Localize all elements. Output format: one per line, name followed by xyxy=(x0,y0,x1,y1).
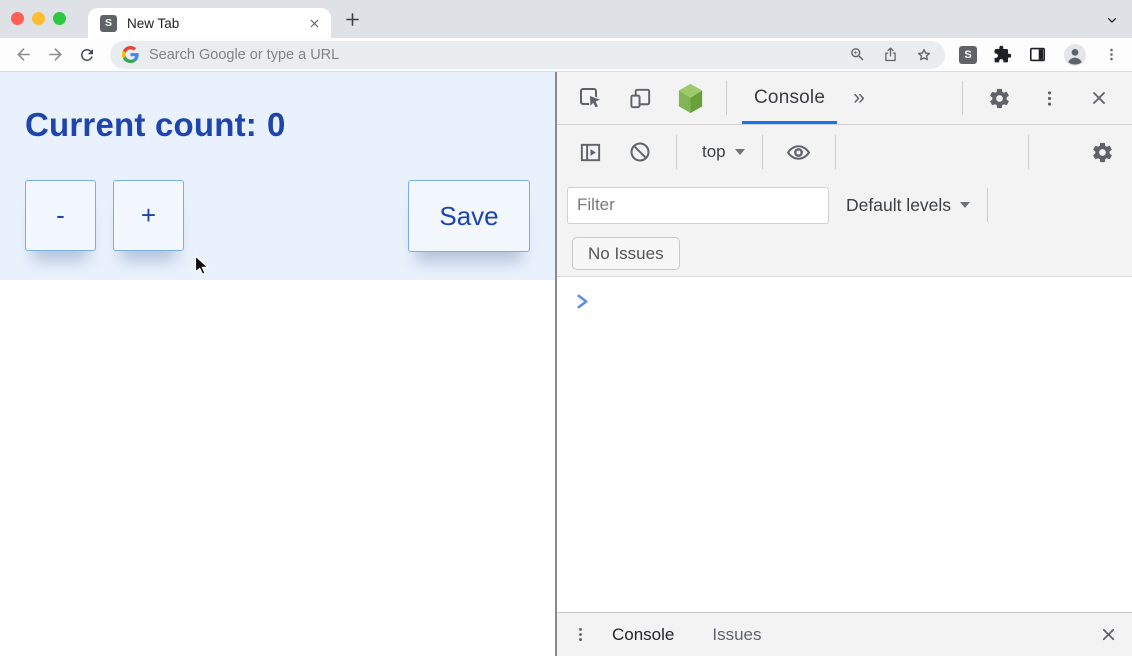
zoom-in-icon[interactable] xyxy=(849,46,866,63)
favicon-letter: S xyxy=(105,17,112,29)
count-value: 0 xyxy=(267,106,286,143)
kebab-menu-icon xyxy=(1039,88,1060,109)
count-label: Current count: xyxy=(25,106,257,143)
extension-badge[interactable]: S xyxy=(959,46,977,64)
divider xyxy=(676,135,677,169)
node-context-button[interactable] xyxy=(676,84,704,112)
caret-down-icon xyxy=(960,202,970,208)
share-icon[interactable] xyxy=(882,46,899,63)
log-levels-selector[interactable]: Default levels xyxy=(846,195,970,216)
issues-bar: No Issues xyxy=(557,231,1132,277)
console-prompt-icon xyxy=(575,293,590,310)
close-icon xyxy=(1089,88,1109,108)
reload-icon xyxy=(78,46,96,64)
device-toolbar-button[interactable] xyxy=(626,84,654,112)
extensions-puzzle-icon[interactable] xyxy=(993,45,1012,64)
back-button[interactable] xyxy=(10,42,36,68)
devtools-tab-console[interactable]: Console xyxy=(738,72,841,124)
devtools-settings-button[interactable] xyxy=(985,84,1013,112)
save-button[interactable]: Save xyxy=(408,180,530,252)
increment-button[interactable]: + xyxy=(113,180,184,251)
window-fullscreen-button[interactable] xyxy=(53,12,66,25)
tab-search-chevron-icon[interactable] xyxy=(1105,13,1119,27)
counter-app-panel: Current count: 0 - + Save xyxy=(0,72,555,280)
divider xyxy=(835,135,836,169)
eye-icon xyxy=(786,140,811,165)
console-settings-button[interactable] xyxy=(1088,138,1116,166)
tab-title: New Tab xyxy=(127,16,308,31)
browser-toolbar: S xyxy=(0,38,1132,72)
extension-badge-letter: S xyxy=(964,49,971,61)
tab-strip: S New Tab xyxy=(0,0,1132,38)
forward-arrow-icon xyxy=(46,45,65,64)
divider xyxy=(762,135,763,169)
console-sidebar-toggle-button[interactable] xyxy=(576,138,604,166)
back-arrow-icon xyxy=(14,45,33,64)
drawer-menu-kebab-icon[interactable] xyxy=(571,625,590,644)
drawer-tab-issues[interactable]: Issues xyxy=(712,625,761,645)
tab-close-icon[interactable] xyxy=(308,17,321,30)
drawer-close-icon[interactable] xyxy=(1099,625,1118,644)
drawer-tab-console[interactable]: Console xyxy=(612,625,674,645)
clear-console-button[interactable] xyxy=(626,138,654,166)
block-icon xyxy=(628,140,652,164)
sidebar-toggle-icon xyxy=(578,140,603,165)
context-selector-label: top xyxy=(702,142,726,162)
divider xyxy=(987,188,988,222)
tab-favicon: S xyxy=(100,15,117,32)
window-close-button[interactable] xyxy=(11,12,24,25)
live-expression-button[interactable] xyxy=(785,138,813,166)
device-toolbar-icon xyxy=(628,86,653,111)
new-tab-button[interactable] xyxy=(343,10,362,29)
reload-button[interactable] xyxy=(74,42,100,68)
devtools-close-button[interactable] xyxy=(1085,84,1113,112)
decrement-button[interactable]: - xyxy=(25,180,96,251)
plus-icon xyxy=(343,10,362,29)
divider xyxy=(726,81,727,115)
bookmark-star-icon[interactable] xyxy=(915,46,933,64)
inspect-cursor-icon xyxy=(577,85,603,111)
page-content: Current count: 0 - + Save xyxy=(0,72,555,656)
console-output-area[interactable] xyxy=(557,277,1132,612)
browser-tab[interactable]: S New Tab xyxy=(88,8,331,38)
content-area: Current count: 0 - + Save xyxy=(0,72,1132,656)
counter-controls: - + Save xyxy=(25,180,530,252)
page-title: Current count: 0 xyxy=(25,106,530,144)
console-toolbar: top xyxy=(557,125,1132,179)
console-filter-bar: Default levels xyxy=(557,179,1132,231)
nodejs-hexagon-icon xyxy=(677,83,704,114)
window-minimize-button[interactable] xyxy=(32,12,45,25)
omnibox[interactable] xyxy=(110,41,945,69)
google-logo-icon xyxy=(122,46,139,63)
gear-icon xyxy=(988,87,1011,110)
gear-icon xyxy=(1091,141,1114,164)
browser-window: S New Tab S xyxy=(0,0,1132,656)
side-panel-icon[interactable] xyxy=(1028,45,1047,64)
devtools-panel: Console » top xyxy=(555,72,1132,656)
inspect-element-button[interactable] xyxy=(576,84,604,112)
traffic-lights xyxy=(11,12,66,25)
browser-menu-kebab-icon[interactable] xyxy=(1103,46,1120,63)
forward-button[interactable] xyxy=(42,42,68,68)
more-tabs-button[interactable]: » xyxy=(853,86,865,110)
devtools-drawer: Console Issues xyxy=(557,612,1132,656)
console-filter-input[interactable] xyxy=(567,187,829,224)
log-levels-label: Default levels xyxy=(846,195,951,216)
profile-avatar[interactable] xyxy=(1063,43,1087,67)
caret-down-icon xyxy=(735,149,745,155)
omnibox-input[interactable] xyxy=(149,47,833,63)
devtools-menu-button[interactable] xyxy=(1035,84,1063,112)
divider xyxy=(962,81,963,115)
devtools-main-toolbar: Console » xyxy=(557,72,1132,125)
divider xyxy=(1028,135,1029,169)
context-selector[interactable]: top xyxy=(702,142,745,162)
no-issues-button[interactable]: No Issues xyxy=(572,237,680,270)
